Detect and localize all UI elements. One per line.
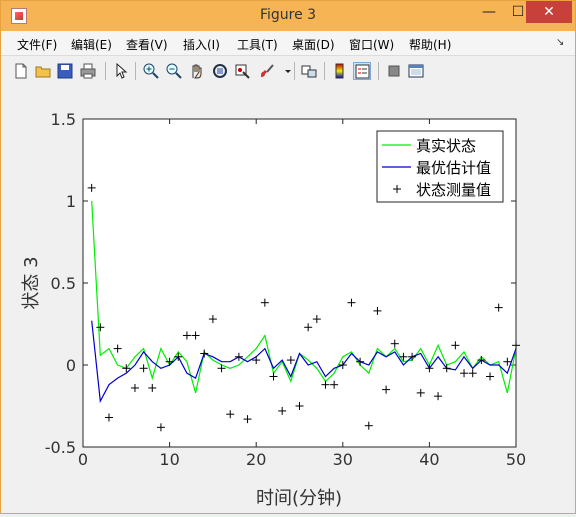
y-tick-label: 1	[66, 192, 76, 211]
toolbar-separator	[105, 62, 106, 80]
toolbar	[1, 55, 575, 87]
save-icon[interactable]	[56, 62, 74, 80]
x-tick-label: 20	[246, 450, 266, 469]
y-tick-label: 0	[66, 356, 76, 375]
open-folder-icon[interactable]	[34, 62, 52, 80]
x-tick-label: 40	[419, 450, 439, 469]
menu-bar: 文件(F) 编辑(E) 查看(V) 插入(I) 工具(T) 桌面(D) 窗口(W…	[1, 31, 575, 55]
brush-icon[interactable]	[258, 62, 276, 80]
colorbar-icon[interactable]	[331, 62, 349, 80]
menu-view[interactable]: 查看(V)	[126, 36, 168, 53]
data-cursor-icon[interactable]	[234, 62, 252, 80]
toolbar-separator	[378, 62, 379, 80]
menu-desktop[interactable]: 桌面(D)	[292, 36, 335, 53]
minimize-button[interactable]: —	[475, 1, 503, 23]
menu-file[interactable]: 文件(F)	[17, 36, 57, 53]
menu-overflow-icon[interactable]: ↘	[556, 37, 564, 48]
brush-dropdown-icon[interactable]	[279, 62, 291, 80]
menu-help[interactable]: 帮助(H)	[409, 36, 451, 53]
figure-canvas: 0 10 20 30 40 50 -0.5 0 0.5 1 1.5 时间(分钟) 状态 3 真实状态…	[1, 86, 575, 513]
y-tick-label: 0.5	[51, 274, 76, 293]
show-plot-tools-icon[interactable]	[407, 62, 425, 80]
x-tick-label: 10	[159, 450, 179, 469]
legend-label-true-state: 真实状态	[416, 137, 476, 155]
x-tick-label: 30	[333, 450, 353, 469]
x-tick-label: 50	[506, 450, 526, 469]
x-tick-label: 0	[78, 450, 88, 469]
x-axis-label: 时间(分钟)	[256, 488, 342, 509]
y-axis-label: 状态 3	[21, 256, 42, 309]
legend[interactable]: 真实状态 最优估计值 状态测量值	[376, 130, 504, 203]
toolbar-separator	[324, 62, 325, 80]
title-bar[interactable]: Figure 3 — ☐ ✕	[1, 1, 575, 31]
legend-label-measurement: 状态测量值	[416, 181, 491, 199]
pointer-icon[interactable]	[112, 62, 130, 80]
legend-label-optimal-estimate: 最优估计值	[416, 159, 491, 177]
y-tick-label: -0.5	[45, 438, 76, 457]
zoom-out-icon[interactable]	[165, 62, 183, 80]
toolbar-separator	[135, 62, 136, 80]
menu-edit[interactable]: 编辑(E)	[71, 36, 112, 53]
close-button[interactable]: ✕	[526, 1, 572, 23]
figure-window: Figure 3 — ☐ ✕ 文件(F) 编辑(E) 查看(V) 插入(I) 工…	[0, 0, 576, 514]
menu-tools[interactable]: 工具(T)	[237, 36, 278, 53]
menu-window[interactable]: 窗口(W)	[349, 36, 394, 53]
zoom-in-icon[interactable]	[142, 62, 160, 80]
y-tick-label: 1.5	[51, 110, 76, 129]
rotate-3d-icon[interactable]	[211, 62, 229, 80]
pan-hand-icon[interactable]	[188, 62, 206, 80]
new-file-icon[interactable]	[12, 62, 30, 80]
menu-insert[interactable]: 插入(I)	[183, 36, 220, 53]
hide-plot-tools-icon[interactable]	[385, 62, 403, 80]
link-plot-icon[interactable]	[300, 62, 318, 80]
legend-icon[interactable]	[353, 62, 371, 80]
plot-svg: 0 10 20 30 40 50-0.500.511.5 时间(分钟) 状态 3 真实状态…	[21, 110, 526, 509]
print-icon[interactable]	[79, 62, 97, 80]
toolbar-separator	[294, 62, 295, 80]
